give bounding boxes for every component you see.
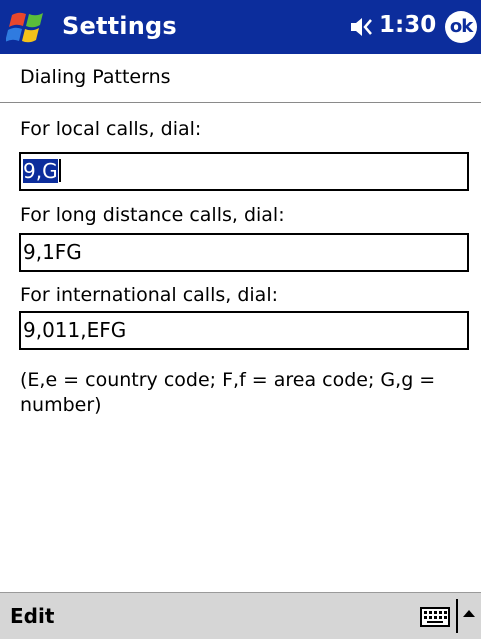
up-arrow-icon[interactable]	[462, 607, 476, 621]
edit-menu[interactable]: Edit	[10, 604, 54, 628]
keyboard-icon[interactable]	[420, 606, 450, 628]
text-cursor	[58, 159, 61, 182]
local-calls-label: For local calls, dial:	[20, 118, 202, 140]
long-distance-label: For long distance calls, dial:	[20, 204, 285, 226]
international-value: 9,011,EFG	[23, 318, 127, 342]
code-legend-note: (E,e = country code; F,f = area code; G,…	[20, 369, 436, 416]
local-calls-value: 9,G	[23, 159, 58, 183]
divider	[0, 102, 481, 103]
international-input[interactable]: 9,011,EFG	[19, 311, 469, 350]
international-label: For international calls, dial:	[20, 284, 278, 306]
speaker-icon[interactable]	[349, 15, 375, 39]
windows-flag-icon[interactable]	[6, 6, 50, 48]
menu-bar: Edit	[0, 592, 481, 639]
app-title: Settings	[62, 12, 177, 40]
long-distance-value: 9,1FG	[23, 240, 82, 264]
page-title: Dialing Patterns	[20, 66, 171, 88]
clock[interactable]: 1:30	[379, 12, 436, 38]
ok-button[interactable]: ok	[445, 11, 477, 43]
title-bar: Settings 1:30 ok	[0, 0, 481, 54]
long-distance-input[interactable]: 9,1FG	[19, 233, 469, 272]
divider	[456, 599, 458, 633]
local-calls-input[interactable]: 9,G	[19, 152, 469, 191]
